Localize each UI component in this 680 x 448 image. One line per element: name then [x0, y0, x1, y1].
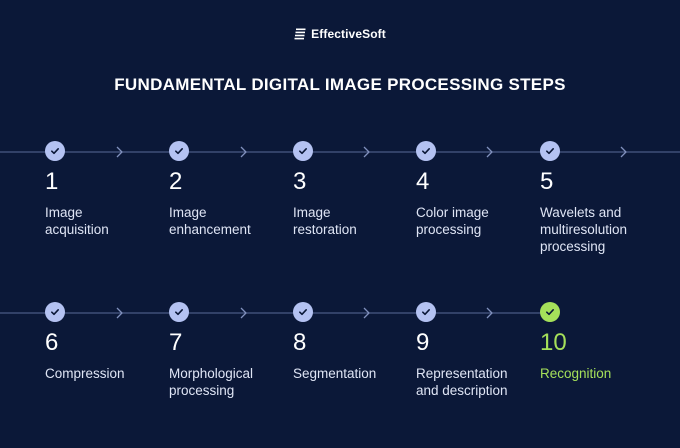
brand-name: EffectiveSoft	[311, 27, 386, 41]
step-label: Image enhancement	[169, 205, 251, 237]
check-icon	[293, 141, 313, 161]
step-label: Image acquisition	[45, 205, 109, 237]
step-number: 8	[293, 329, 307, 356]
brand: EffectiveSoft	[0, 27, 680, 41]
check-icon	[293, 302, 313, 322]
check-icon	[169, 302, 189, 322]
check-icon	[416, 141, 436, 161]
step-label: Wavelets and multiresolution processing	[540, 205, 628, 254]
timeline-connector	[0, 146, 680, 158]
step-number: 1	[45, 168, 59, 195]
step-number: 9	[416, 329, 430, 356]
check-icon	[169, 141, 189, 161]
step-label: Color image processing	[416, 205, 489, 237]
step-number: 10	[540, 329, 567, 356]
step-number: 2	[169, 168, 183, 195]
step-label: Segmentation	[293, 366, 377, 381]
step-label: Recognition	[540, 366, 612, 381]
step-number: 4	[416, 168, 430, 195]
check-icon	[540, 141, 560, 161]
step-number: 3	[293, 168, 307, 195]
page-title: FUNDAMENTAL DIGITAL IMAGE PROCESSING STE…	[114, 75, 566, 94]
step-label: Image restoration	[293, 205, 357, 237]
step-label: Compression	[45, 366, 125, 381]
check-icon	[540, 302, 560, 322]
step-label: Morphological processing	[169, 366, 254, 398]
steps-row-1: 1 Image acquisition 2 Image enhancement …	[0, 141, 680, 271]
check-icon	[45, 141, 65, 161]
step-number: 6	[45, 329, 59, 356]
step-number: 5	[540, 168, 554, 195]
check-icon	[45, 302, 65, 322]
timeline-connector	[0, 307, 548, 319]
check-icon	[416, 302, 436, 322]
stacked-lines-logo-icon	[294, 28, 306, 40]
steps-row-2: 6 Compression 7 Morphological processing…	[0, 302, 680, 432]
step-label: Representation and description	[416, 366, 508, 398]
step-number: 7	[169, 329, 183, 356]
